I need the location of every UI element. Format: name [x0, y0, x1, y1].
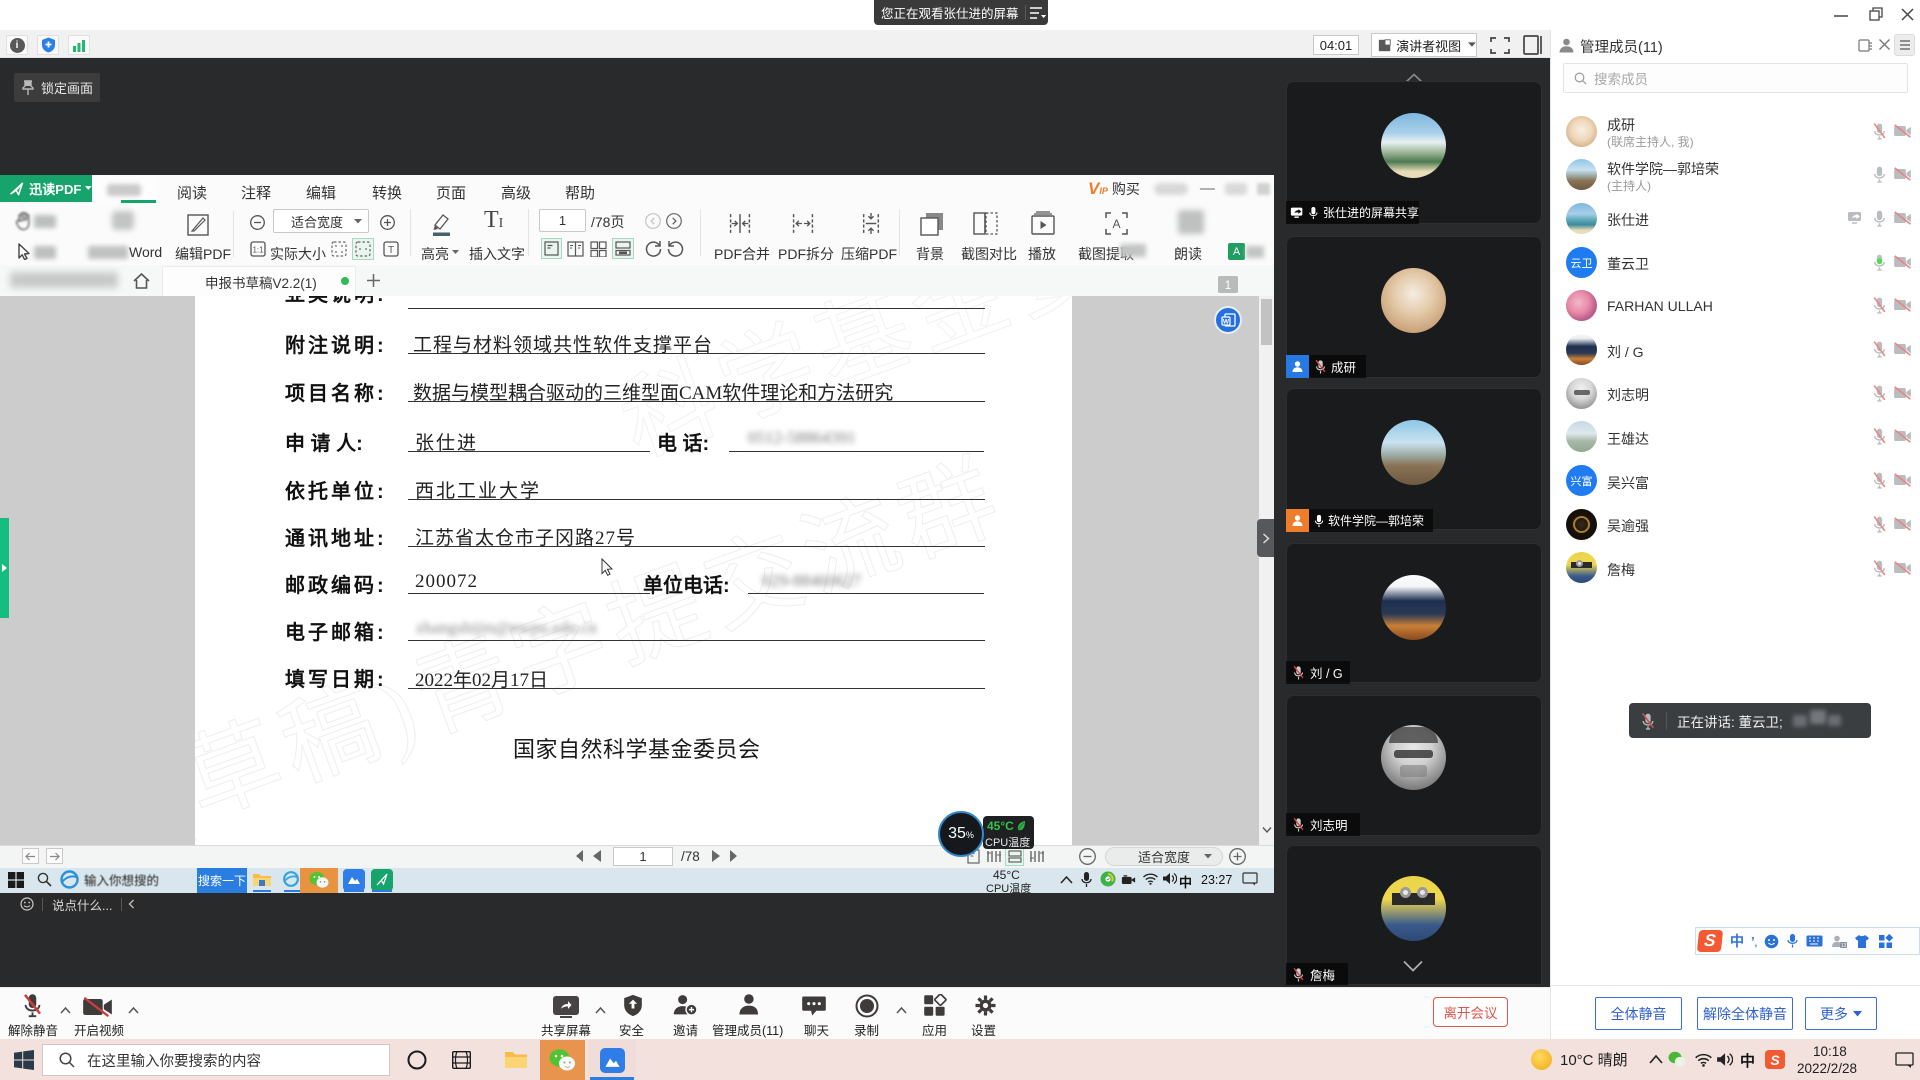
svg-text:W: W — [1222, 318, 1229, 325]
svg-text:T: T — [388, 245, 394, 256]
svg-text:1:1: 1:1 — [252, 246, 264, 255]
svg-text:A: A — [1112, 217, 1120, 231]
svg-text:13: 13 — [1841, 942, 1847, 948]
